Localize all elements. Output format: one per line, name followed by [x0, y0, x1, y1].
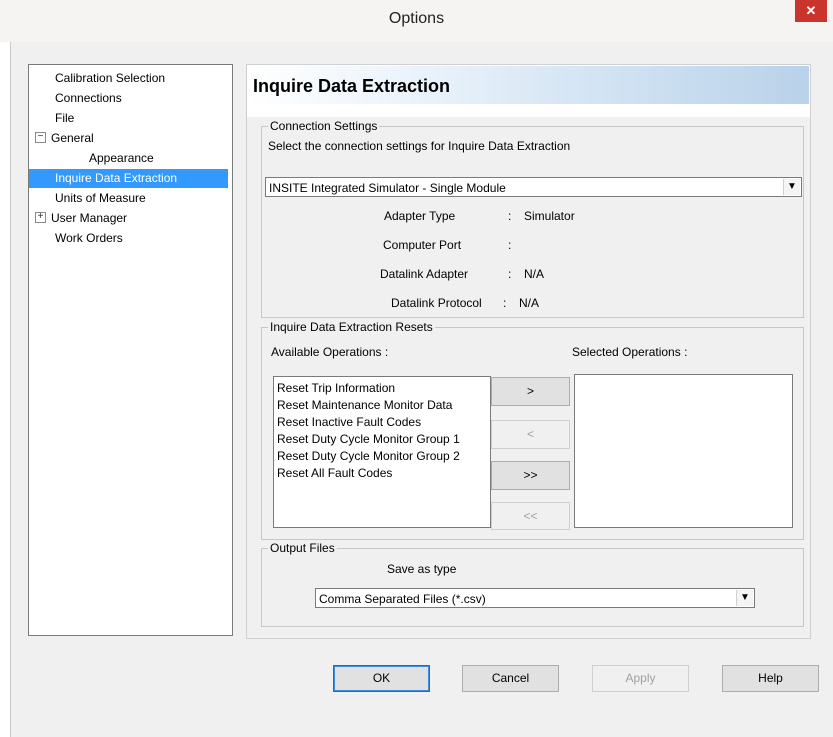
tree-item-appearance[interactable]: Appearance [89, 149, 154, 168]
resets-label: Inquire Data Extraction Resets [268, 320, 435, 334]
panel-title: Inquire Data Extraction [253, 76, 451, 96]
adapter-type-sep: : [508, 209, 512, 223]
datalink-adapter-value: N/A [524, 267, 545, 281]
tree-item-general[interactable]: − General [35, 129, 94, 148]
list-item[interactable]: Reset All Fault Codes [277, 465, 392, 482]
add-operation-button[interactable]: > [491, 377, 570, 406]
list-item[interactable]: Reset Inactive Fault Codes [277, 414, 421, 431]
close-icon: ✕ [805, 3, 817, 18]
connection-settings-label: Connection Settings [268, 119, 380, 133]
list-item[interactable]: Reset Trip Information [277, 380, 395, 397]
selected-operations-list[interactable] [574, 374, 793, 528]
list-item[interactable]: Reset Duty Cycle Monitor Group 1 [277, 431, 460, 448]
adapter-type-label: Adapter Type [384, 209, 456, 223]
save-as-type-label: Save as type [387, 562, 457, 576]
remove-all-operations-button[interactable]: << [491, 502, 570, 530]
save-as-type-dropdown[interactable]: Comma Separated Files (*.csv) ▼ [315, 588, 755, 608]
output-files-label: Output Files [268, 541, 337, 555]
datalink-protocol-label: Datalink Protocol [391, 296, 482, 310]
datalink-adapter-sep: : [508, 267, 512, 281]
save-as-type-value: Comma Separated Files (*.csv) [319, 592, 486, 606]
dropdown-arrow-icon[interactable]: ▼ [783, 179, 800, 195]
expand-icon[interactable]: + [35, 212, 46, 224]
remove-operation-button[interactable]: < [491, 420, 570, 449]
tree-item-file[interactable]: File [55, 109, 74, 128]
computer-port-sep: : [508, 238, 512, 252]
list-item[interactable]: Reset Maintenance Monitor Data [277, 397, 452, 414]
connection-dropdown[interactable]: INSITE Integrated Simulator - Single Mod… [265, 177, 802, 197]
list-item[interactable]: Reset Duty Cycle Monitor Group 2 [277, 448, 460, 465]
adapter-type-value: Simulator [524, 209, 575, 223]
window-title: Options [388, 10, 445, 27]
connection-dropdown-value: INSITE Integrated Simulator - Single Mod… [269, 181, 506, 195]
datalink-protocol-sep: : [503, 296, 507, 310]
available-operations-label: Available Operations : [271, 345, 389, 359]
computer-port-label: Computer Port [383, 238, 462, 252]
tree-item-inquire-data-extraction[interactable]: Inquire Data Extraction [29, 169, 228, 188]
close-button[interactable]: ✕ [795, 0, 827, 22]
available-operations-list[interactable]: Reset Trip Information Reset Maintenance… [273, 376, 491, 528]
tree-item-work-orders[interactable]: Work Orders [55, 229, 123, 248]
add-all-operations-button[interactable]: >> [491, 461, 570, 490]
connection-settings-description: Select the connection settings for Inqui… [268, 139, 571, 153]
datalink-protocol-value: N/A [519, 296, 540, 310]
title-bar: Options ✕ [0, 0, 833, 42]
help-button[interactable]: Help [722, 665, 819, 692]
selected-operations-label: Selected Operations : [572, 345, 688, 359]
tree-item-user-manager[interactable]: + User Manager [35, 209, 127, 228]
options-tree[interactable]: Calibration Selection Connections File −… [28, 64, 233, 636]
dropdown-arrow-icon[interactable]: ▼ [736, 590, 753, 606]
collapse-icon[interactable]: − [35, 132, 46, 144]
tree-item-calibration-selection[interactable]: Calibration Selection [55, 69, 165, 88]
datalink-adapter-label: Datalink Adapter [380, 267, 469, 281]
tree-item-connections[interactable]: Connections [55, 89, 122, 108]
apply-button[interactable]: Apply [592, 665, 689, 692]
ok-button[interactable]: OK [333, 665, 430, 692]
tree-item-units-of-measure[interactable]: Units of Measure [55, 189, 146, 208]
cancel-button[interactable]: Cancel [462, 665, 559, 692]
